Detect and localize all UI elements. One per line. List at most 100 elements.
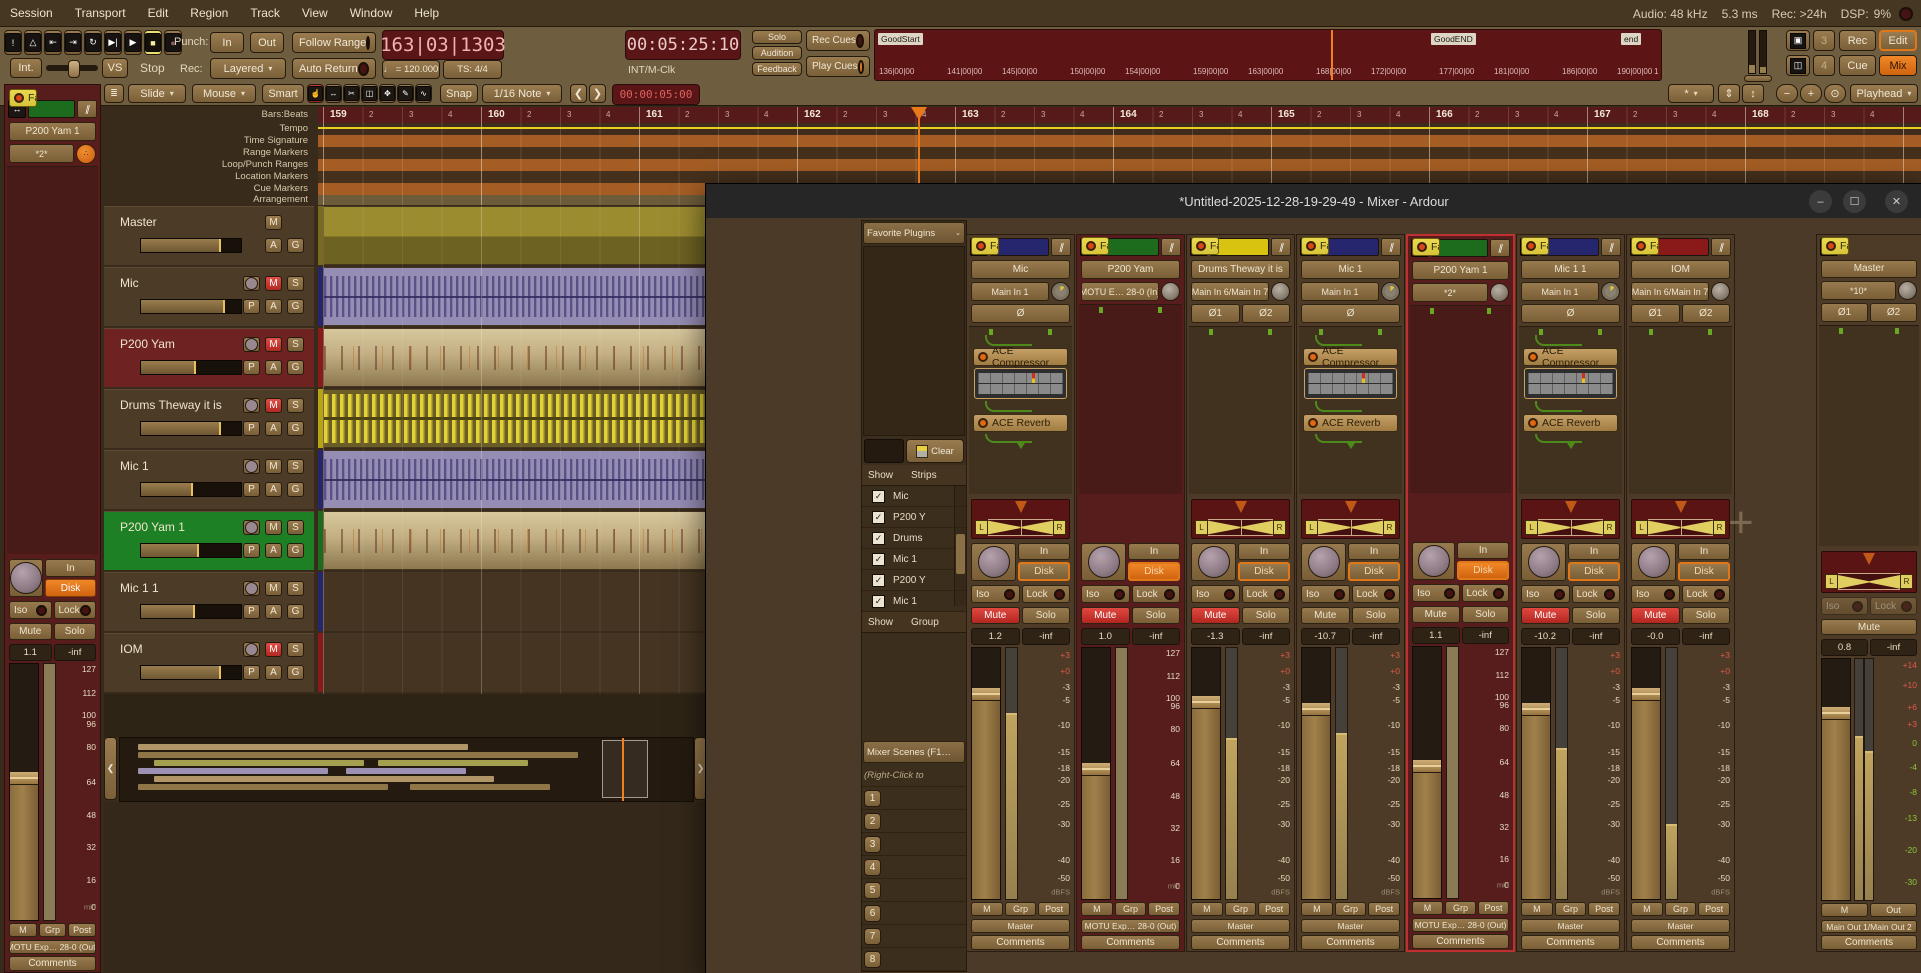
strip-name-button[interactable]: P200 Yam 1 — [9, 122, 96, 141]
trim-knob[interactable] — [1490, 283, 1509, 302]
comments-button[interactable]: Comments — [1412, 934, 1509, 949]
edit-mode-dropdown[interactable]: Slide — [128, 84, 186, 103]
gain-fader[interactable] — [1191, 647, 1221, 900]
solo-iso-button[interactable]: Iso — [1412, 584, 1460, 602]
gain-fader[interactable] — [1631, 647, 1661, 900]
mixer-strip[interactable]: ↔ ∥ Mic 1 1 Main In 1 ∴ Ø — [1516, 234, 1625, 952]
secondary-clock[interactable]: 00:05:25:10 — [625, 30, 741, 60]
record-arm-button[interactable] — [243, 337, 260, 352]
record-arm-button[interactable] — [243, 276, 260, 291]
mute-button[interactable]: M — [265, 337, 282, 352]
track-name[interactable]: Mic 1 — [120, 459, 149, 473]
input-button[interactable]: *2* — [9, 144, 74, 163]
comments-button[interactable]: Comments — [971, 935, 1070, 950]
audio-region[interactable] — [324, 207, 705, 264]
gain-fader[interactable] — [1521, 647, 1551, 900]
phase-invert-button[interactable]: Ø2 — [1682, 304, 1731, 323]
zoom-in-button[interactable]: + — [1800, 84, 1822, 103]
mixer-scene-row[interactable]: 5 — [862, 879, 966, 902]
strip-small-button[interactable]: Post — [1588, 902, 1620, 916]
fader-handle[interactable] — [1822, 707, 1850, 720]
gain-display[interactable]: -10.7 — [1301, 628, 1350, 645]
output-button[interactable]: Master — [971, 919, 1070, 933]
menu-item[interactable]: Track — [250, 6, 280, 20]
pan-pointer-icon[interactable] — [1345, 501, 1357, 513]
phase-invert-button[interactable]: Ø1 — [1191, 304, 1240, 323]
scene-number-button[interactable]: 7 — [864, 928, 881, 945]
group-button[interactable]: G — [287, 238, 304, 253]
zoom-fit-button[interactable]: ⊙ — [1824, 84, 1846, 103]
trim-knob[interactable] — [1381, 282, 1400, 301]
strip-small-button[interactable]: Grp — [1555, 902, 1587, 916]
tempo-button[interactable]: ♩ = 120.000 — [382, 60, 440, 79]
output-button[interactable]: Main Out 1/Main Out 2 — [1821, 920, 1917, 934]
monitor-disk-button[interactable]: Disk — [1128, 562, 1180, 581]
track-volume-slider[interactable] — [140, 482, 242, 497]
group-button[interactable]: G — [287, 482, 304, 497]
mixer-strip[interactable]: ↔ ∥ Drums Theway it is Main In 6/Main In… — [1186, 234, 1295, 952]
mixer-scene-row[interactable]: 1 — [862, 787, 966, 810]
ruler-row[interactable] — [318, 159, 1921, 171]
fader-handle[interactable] — [10, 772, 38, 785]
varispeed-button[interactable]: VS — [102, 58, 128, 78]
scene-number-button[interactable]: 4 — [864, 859, 881, 876]
mixer-scene-row[interactable]: 4 — [862, 856, 966, 879]
processor-box[interactable]: Fader ACE Compressor ACE Reverb — [1189, 326, 1292, 494]
strip-small-button[interactable]: Grp — [1005, 902, 1037, 916]
mixer-scene-row[interactable]: 8 — [862, 948, 966, 971]
strip-name-button[interactable]: IOM — [1631, 260, 1730, 279]
pan-pointer-icon[interactable] — [1675, 501, 1687, 513]
output-button[interactable]: Master — [1191, 919, 1290, 933]
panner[interactable]: L R — [1081, 499, 1180, 539]
processor-led[interactable] — [978, 352, 988, 362]
strip-small-button[interactable]: M — [1081, 902, 1113, 916]
input-button[interactable]: *10* — [1821, 281, 1896, 300]
mute-button[interactable]: M — [265, 398, 282, 413]
automation-button[interactable]: A — [265, 543, 282, 558]
close-button[interactable]: ✕ — [1885, 190, 1908, 213]
strip-small-button[interactable]: Grp — [1665, 902, 1697, 916]
audio-region[interactable] — [324, 268, 705, 325]
processor-led[interactable] — [1308, 418, 1318, 428]
mute-button[interactable]: M — [265, 276, 282, 291]
nudge-back-button[interactable]: ❮ — [570, 84, 587, 103]
mouse-mode-button[interactable]: ✥ — [379, 84, 396, 103]
phase-invert-button[interactable]: Ø2 — [1242, 304, 1291, 323]
checkbox-icon[interactable]: ✓ — [872, 490, 885, 503]
record-knob-button[interactable] — [1301, 543, 1346, 581]
mixer-scene-row[interactable]: 2 — [862, 810, 966, 833]
solo-lock-button[interactable]: Lock — [1242, 585, 1291, 603]
strip-small-button[interactable]: M — [1191, 902, 1223, 916]
group-button[interactable]: G — [287, 665, 304, 680]
audition-button[interactable]: Audition — [752, 46, 802, 60]
solo-iso-button[interactable]: Iso — [9, 601, 52, 619]
pan-track[interactable] — [1648, 519, 1713, 536]
record-knob-button[interactable] — [1521, 543, 1566, 581]
menu-item[interactable]: Help — [414, 6, 439, 20]
layer-4-button[interactable]: 4 — [1813, 55, 1835, 76]
gain-display[interactable]: 0.8 — [1821, 639, 1868, 656]
zoom-focus-dropdown[interactable]: Playhead — [1850, 84, 1918, 103]
strip-name-button[interactable]: P200 Yam — [1081, 260, 1180, 279]
midi-din-icon[interactable]: ∴ — [76, 144, 96, 164]
input-button[interactable]: *2* — [1412, 283, 1488, 302]
solo-button[interactable]: S — [287, 459, 304, 474]
record-arm-button[interactable] — [243, 642, 260, 657]
monitor-input-button[interactable]: In — [1457, 542, 1509, 559]
strip-name-button[interactable]: Mic 1 1 — [1521, 260, 1620, 279]
transport-button[interactable]: ▶| — [104, 30, 122, 55]
mute-button[interactable]: Mute — [1081, 607, 1130, 624]
strip-small-button[interactable]: Post — [1478, 901, 1509, 915]
punch-in-button[interactable]: In — [210, 32, 244, 53]
fader-handle[interactable] — [1192, 696, 1220, 709]
automation-button[interactable]: A — [265, 665, 282, 680]
solo-iso-button[interactable]: Iso — [1631, 585, 1680, 603]
solo-button[interactable]: S — [287, 520, 304, 535]
mute-button[interactable]: Mute — [971, 607, 1020, 624]
mouse-mode-button[interactable]: ✂ — [343, 84, 360, 103]
solo-button[interactable]: Solo — [54, 623, 97, 640]
solo-lock-button[interactable]: Lock — [54, 601, 97, 619]
comments-button[interactable]: Comments — [1081, 935, 1180, 950]
solo-button[interactable]: Solo — [1682, 607, 1731, 624]
track-name[interactable]: Mic 1 1 — [120, 581, 159, 595]
